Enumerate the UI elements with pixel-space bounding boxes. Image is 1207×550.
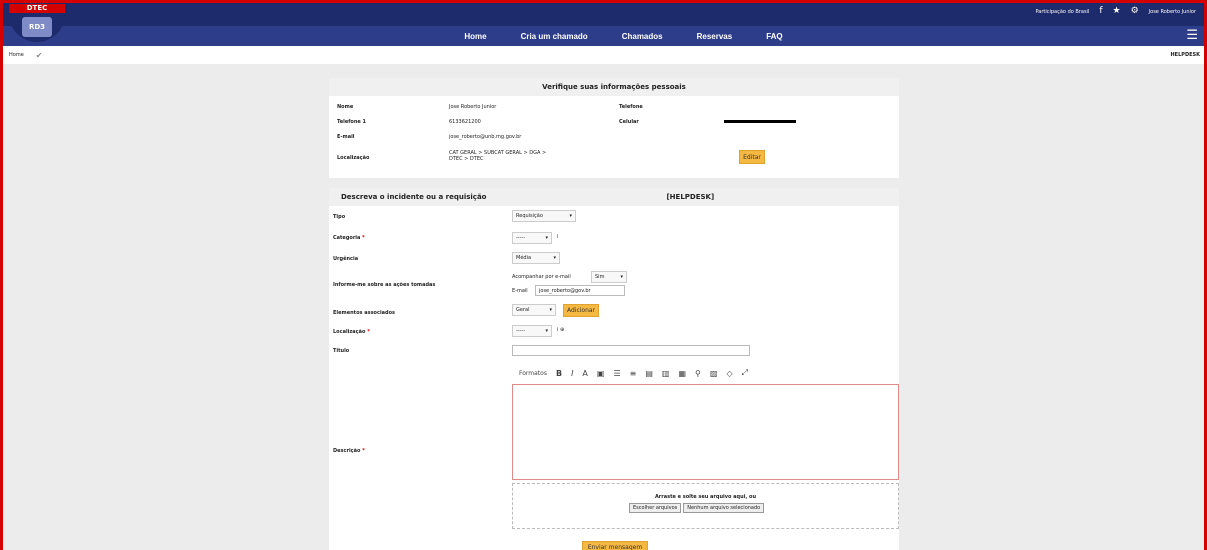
notify-email-input[interactable]: jose_roberto@gov.br — [535, 285, 625, 296]
notify-email-label: E-mail — [512, 288, 528, 294]
user-name[interactable]: Jose Roberto Junior — [1149, 9, 1196, 15]
main-nav: Home Cria um chamado Chamados Reservas F… — [3, 26, 1204, 46]
indent-icon[interactable]: ▥ — [662, 369, 670, 378]
breadcrumb: Home ✔ HELPDESK — [3, 46, 1204, 64]
personal-info-panel: Verifique suas informações pessoais Nome… — [329, 78, 899, 178]
categoria-select[interactable]: ----- ▾ — [512, 232, 552, 244]
breadcrumb-home[interactable]: Home — [9, 52, 24, 58]
facebook-icon[interactable]: f — [1099, 7, 1102, 16]
chevron-down-icon: ▾ — [569, 213, 572, 219]
logo-image: RD3 — [22, 17, 52, 37]
tipo-select[interactable]: Requisição ▾ — [512, 210, 576, 222]
breadcrumb-helpdesk: HELPDESK — [1170, 52, 1201, 58]
logo-text: DTEC — [9, 4, 65, 13]
phone1-value: 6133621200 — [449, 119, 481, 125]
gear-icon[interactable]: ⚙ — [1131, 7, 1139, 16]
ticket-form-panel: Descreva o incidente ou a requisição [HE… — [329, 188, 899, 550]
nav-create-ticket[interactable]: Cria um chamado — [521, 32, 588, 41]
editor-toolbar: Formatos B I A ▣ ☰ ≡ ▤ ▥ ▦ ⚲ ▨ ◇ ⤢ — [519, 368, 748, 378]
menu-icon[interactable]: ☰ — [1186, 29, 1198, 42]
participation-link[interactable]: Participação do Brasil — [1035, 9, 1089, 15]
numbered-list-icon[interactable]: ≡ — [630, 369, 637, 378]
nav-faq[interactable]: FAQ — [766, 32, 782, 41]
elementos-value: Geral — [516, 307, 530, 313]
top-utility-bar: Participação do Brasil f ★ ⚙ Jose Robert… — [1035, 7, 1196, 16]
acompanhar-value: Sim — [595, 274, 605, 280]
localizacao-info-icon[interactable]: i ⊕ — [557, 327, 564, 333]
code-icon[interactable]: ◇ — [726, 369, 732, 378]
categoria-label: Categoria * — [333, 235, 365, 241]
italic-icon[interactable]: I — [571, 369, 573, 378]
file-dropzone[interactable]: Arraste e solte seu arquivo aqui, ou Esc… — [512, 483, 899, 529]
dropzone-text: Arraste e solte seu arquivo aqui, ou — [654, 494, 757, 500]
phone1-label: Telefone 1 — [337, 119, 367, 125]
phone-label: Telefone — [619, 104, 643, 110]
personal-info-title: Verifique suas informações pessoais — [329, 78, 899, 96]
categoria-info-icon[interactable]: i — [557, 234, 558, 240]
text-color-icon[interactable]: A — [582, 369, 587, 378]
titulo-label: Título — [333, 348, 350, 354]
fullscreen-icon[interactable]: ⤢ — [742, 368, 748, 378]
bullet-list-icon[interactable]: ☰ — [613, 369, 620, 378]
bg-color-icon[interactable]: ▣ — [597, 369, 605, 378]
categoria-value: ----- — [516, 235, 526, 241]
email-value: jose_roberto@unb.mg.gov.br — [449, 134, 522, 140]
info-label: Informe-me sobre as ações tomadas — [333, 282, 436, 288]
name-value: Jose Roberto Junior — [449, 104, 497, 110]
tipo-label: Tipo — [333, 214, 346, 220]
email-label: E-mail — [337, 134, 355, 140]
top-bar: Participação do Brasil f ★ ⚙ Jose Robert… — [3, 0, 1204, 26]
chevron-down-icon: ▾ — [545, 235, 548, 241]
edit-button[interactable]: Editar — [739, 150, 765, 164]
descricao-label: Descrição * — [333, 448, 365, 454]
urgencia-select[interactable]: Média ▾ — [512, 252, 560, 264]
add-button[interactable]: Adicionar — [563, 304, 599, 317]
nav-home[interactable]: Home — [464, 32, 486, 41]
chevron-down-icon: ▾ — [553, 255, 556, 261]
titulo-input[interactable] — [512, 345, 750, 356]
urgencia-value: Média — [516, 255, 532, 261]
acompanhar-select[interactable]: Sim ▾ — [591, 271, 627, 283]
nav-reservations[interactable]: Reservas — [697, 32, 733, 41]
image-icon[interactable]: ▨ — [710, 369, 718, 378]
urgencia-label: Urgência — [333, 256, 359, 262]
localizacao-value: ----- — [516, 328, 526, 334]
formats-dropdown[interactable]: Formatos — [519, 370, 547, 377]
form-title: Descreva o incidente ou a requisição — [341, 193, 487, 201]
choose-files-button[interactable]: Escolher arquivos — [629, 503, 682, 513]
form-header: Descreva o incidente ou a requisição [HE… — [329, 188, 899, 206]
description-editor[interactable] — [512, 384, 899, 480]
chevron-down-icon: ▾ — [549, 307, 552, 313]
bold-icon[interactable]: B — [556, 369, 562, 378]
table-icon[interactable]: ▦ — [678, 369, 686, 378]
redacted-cel — [724, 120, 796, 123]
localizacao-select[interactable]: ----- ▾ — [512, 325, 552, 337]
localizacao-label: Localização * — [333, 329, 370, 335]
nav-tickets[interactable]: Chamados — [622, 32, 663, 41]
star-icon[interactable]: ★ — [1113, 7, 1121, 16]
location-label: Localização — [337, 155, 370, 161]
cel-label: Celular — [619, 119, 639, 125]
align-icon[interactable]: ▤ — [645, 369, 653, 378]
link-icon[interactable]: ⚲ — [695, 369, 701, 378]
acompanhar-label: Acompanhar por e-mail — [512, 274, 571, 280]
chevron-down-icon: ▾ — [620, 274, 623, 280]
elementos-select[interactable]: Geral ▾ — [512, 304, 556, 316]
checkmark-icon: ✔ — [35, 50, 43, 60]
location-value: CAT GERAL > SUBCAT GERAL > DGA > DTEC > … — [449, 150, 547, 162]
no-file-label: Nenhum arquivo selecionado — [683, 503, 765, 513]
submit-button[interactable]: Enviar mensagem — [582, 541, 648, 550]
tipo-value: Requisição — [516, 213, 543, 219]
elementos-label: Elementos associados — [333, 310, 396, 316]
form-right-title: [HELPDESK] — [666, 193, 715, 201]
name-label: Nome — [337, 104, 354, 110]
chevron-down-icon: ▾ — [545, 328, 548, 334]
